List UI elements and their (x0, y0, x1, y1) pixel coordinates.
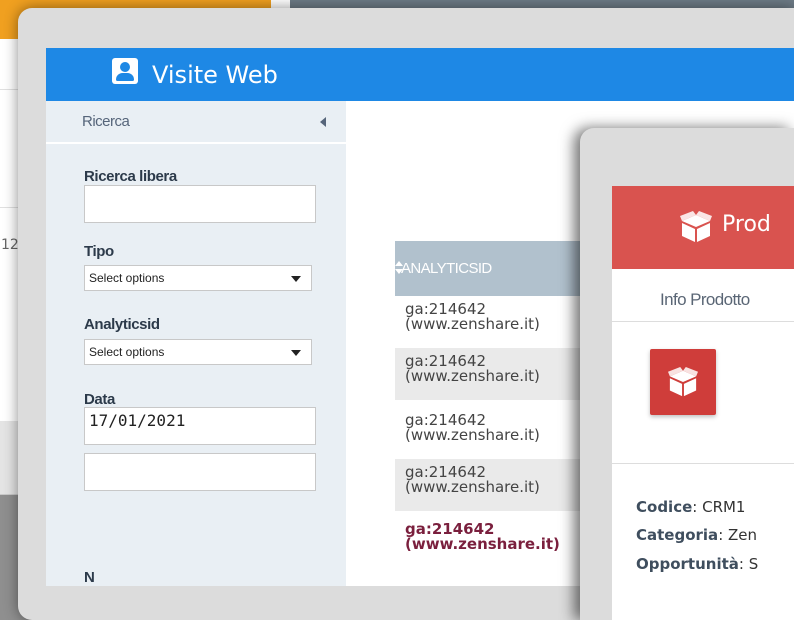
date-to-input[interactable] (84, 453, 316, 491)
free-search-label: Ricerca libera (84, 168, 177, 185)
page-title: Visite Web (152, 61, 278, 89)
info-codice: Codice: CRM1 (636, 498, 746, 516)
tab-info-prodotto[interactable]: Info Prodotto (660, 290, 750, 310)
product-content: Prod Info Prodotto Codice: CRM1 Categori… (612, 186, 794, 620)
table-cell: ga:214642 (www.zenshare.it) (405, 463, 540, 496)
column-header-label: ANALYTICSID (401, 260, 492, 277)
box-icon (668, 367, 698, 397)
type-select[interactable]: Select options (84, 265, 312, 291)
user-icon (112, 58, 138, 84)
product-title: Prod (722, 212, 771, 237)
info-opportunita: Opportunità: S (636, 555, 759, 573)
window-header: Visite Web (46, 48, 794, 101)
product-image (650, 349, 716, 415)
dropdown-arrow-icon (291, 350, 301, 356)
table-cell: ga:214642 (www.zenshare.it) (405, 300, 540, 333)
analyticsid-select[interactable]: Select options (84, 339, 312, 365)
table-cell: ga:214642 (www.zenshare.it) (405, 352, 540, 385)
analyticsid-label: Analyticsid (84, 316, 160, 333)
sidebar-heading: Ricerca (82, 113, 130, 130)
box-icon (680, 211, 712, 242)
type-select-value: Select options (89, 271, 165, 285)
date-from-input[interactable]: 17/01/2021 (84, 407, 316, 445)
search-sidebar: Ricerca Ricerca libera Tipo Select optio… (46, 101, 346, 586)
cut-off-label: N (84, 569, 95, 586)
dropdown-arrow-icon (291, 276, 301, 282)
background-window-number: 12 (1, 237, 19, 253)
info-categoria: Categoria: Zen (636, 526, 758, 544)
table-cell: ga:214642 (www.zenshare.it) (405, 520, 560, 553)
table-cell: ga:214642 (www.zenshare.it) (405, 411, 540, 444)
type-label: Tipo (84, 243, 114, 260)
analyticsid-select-value: Select options (89, 345, 165, 359)
date-label: Data (84, 391, 115, 408)
free-search-input[interactable] (84, 185, 316, 223)
product-window: Prod Info Prodotto Codice: CRM1 Categori… (580, 128, 794, 620)
product-header: Prod (612, 186, 794, 269)
collapse-arrow-icon[interactable] (320, 117, 326, 127)
background-topbar (290, 0, 794, 8)
sidebar-header[interactable]: Ricerca (46, 101, 346, 144)
